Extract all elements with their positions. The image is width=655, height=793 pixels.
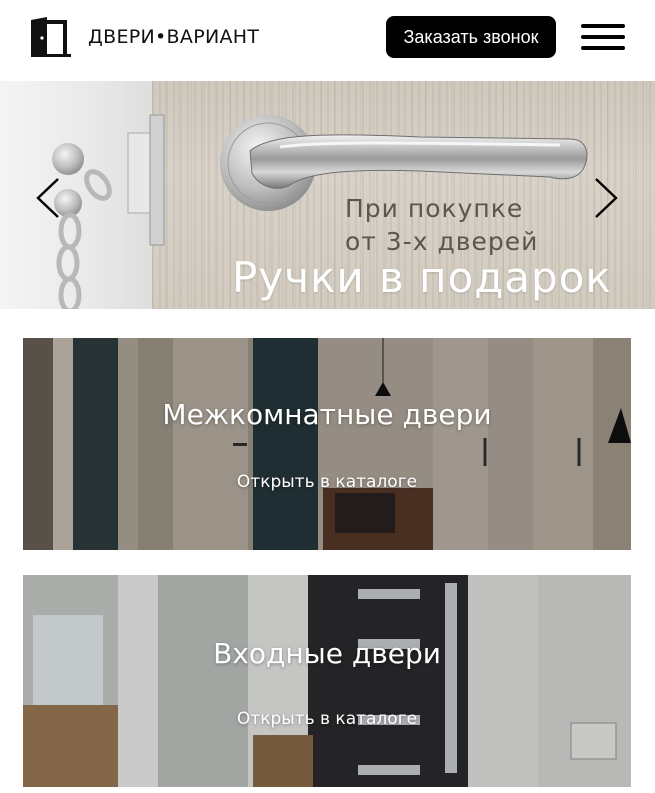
promo-slider: При покупке от 3-х дверей Ручки в подаро…	[0, 81, 655, 309]
menu-icon[interactable]	[581, 24, 625, 50]
promo-headline: Ручки в подарок	[232, 253, 612, 302]
interior-doors-image	[23, 338, 631, 550]
entrance-doors-image	[23, 575, 631, 787]
category-card-entrance[interactable]: Входные двери Открыть в каталоге	[23, 575, 631, 787]
logo[interactable]: ДВЕРИ•ВАРИАНТ	[29, 17, 259, 57]
category-title: Входные двери	[213, 637, 441, 670]
promo-line-1: При покупке	[345, 194, 524, 223]
open-catalog-link[interactable]: Открыть в каталоге	[23, 472, 631, 492]
category-card-interior[interactable]: Межкомнатные двери Открыть в каталоге	[23, 338, 631, 550]
category-title: Межкомнатные двери	[162, 398, 492, 431]
site-header: ДВЕРИ•ВАРИАНТ Заказать звонок	[0, 0, 655, 80]
promo-line-2: от 3-х дверей	[345, 227, 539, 256]
logo-text: ДВЕРИ•ВАРИАНТ	[88, 26, 260, 48]
door-logo-icon	[31, 17, 71, 57]
order-call-button[interactable]: Заказать звонок	[386, 16, 556, 58]
arrow-left-icon[interactable]	[36, 177, 60, 219]
arrow-right-icon[interactable]	[594, 177, 618, 219]
open-catalog-link[interactable]: Открыть в каталоге	[23, 709, 631, 729]
